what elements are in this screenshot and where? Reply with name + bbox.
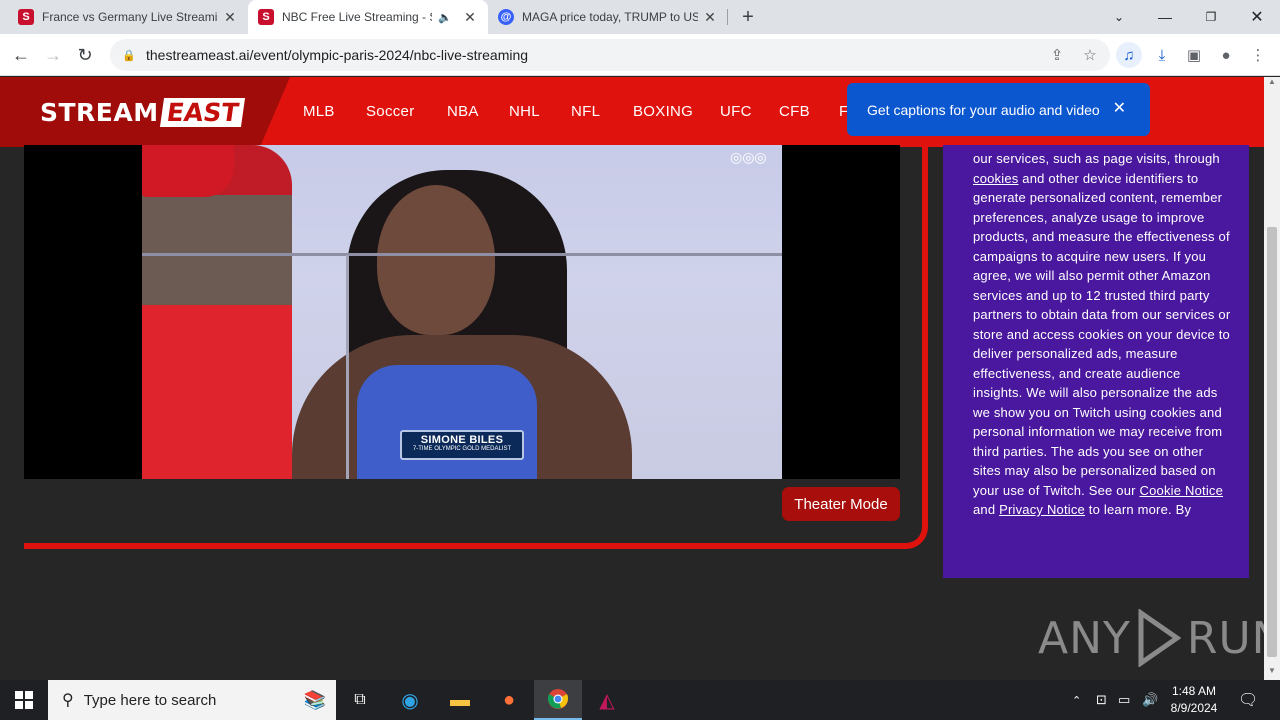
task-view-icon[interactable]: ⧉: [336, 680, 384, 720]
taskbar-search-box[interactable]: ⚲ Type here to search 📚: [48, 680, 336, 720]
video-person-top: [357, 365, 537, 479]
chrome-icon: [547, 689, 569, 709]
olympic-rings-icon: ◎◎◎: [730, 149, 767, 165]
search-highlight-books-icon: 📚: [303, 689, 326, 710]
consent-text: our services, such as page visits, throu…: [973, 151, 1220, 166]
scroll-down-arrow-icon[interactable]: ▼: [1264, 666, 1280, 680]
address-bar[interactable]: 🔒 thestreameast.ai/event/olympic-paris-2…: [110, 39, 1110, 71]
nav-item-mlb[interactable]: MLB: [303, 103, 335, 120]
firefox-icon[interactable]: ●: [485, 680, 533, 720]
search-icon: ⚲: [62, 692, 74, 709]
logo-text-stream: STREAM: [40, 97, 159, 127]
taskbar-clock[interactable]: 1:48 AM 8/9/2024: [1168, 683, 1220, 717]
edge-browser-icon[interactable]: ◉: [386, 680, 434, 720]
video-lower-third: SIMONE BILES 7-TIME OLYMPIC GOLD MEDALIS…: [400, 430, 524, 460]
tab-title: NBC Free Live Streaming - S: [282, 10, 433, 24]
clock-date: 8/9/2024: [1170, 701, 1218, 715]
side-panel-icon[interactable]: ▣: [1181, 42, 1207, 68]
theater-mode-button[interactable]: Theater Mode: [782, 487, 900, 521]
page-scrollbar[interactable]: ▲ ▼: [1264, 77, 1280, 680]
cookie-notice-link[interactable]: Cookie Notice: [1140, 483, 1224, 498]
network-icon[interactable]: ▭: [1118, 680, 1130, 720]
video-person-face: [377, 185, 495, 335]
consent-text: and other device identifiers to generate…: [973, 170, 1231, 498]
speaker-audio-icon[interactable]: 🔈: [438, 11, 452, 24]
coinmarketcap-favicon-icon: @: [498, 9, 514, 25]
tab-france-germany[interactable]: S France vs Germany Live Streamin ✕: [8, 0, 248, 34]
lower-third-subtitle: 7-TIME OLYMPIC GOLD MEDALIST: [412, 446, 512, 452]
scrollbar-thumb[interactable]: [1267, 227, 1277, 657]
bookmark-star-icon[interactable]: ☆: [1077, 42, 1103, 68]
web-page: STREAM EAST MLB Soccer NBA NHL NFL BOXIN…: [0, 77, 1264, 680]
nav-item-nhl[interactable]: NHL: [509, 103, 540, 120]
new-tab-button[interactable]: +: [736, 5, 760, 29]
consent-text: to learn more. By: [1085, 502, 1192, 517]
reload-icon[interactable]: ↻: [72, 42, 98, 68]
tab-maga-price[interactable]: @ MAGA price today, TRUMP to US ✕: [488, 0, 728, 34]
tab-strip: S France vs Germany Live Streamin ✕ S NB…: [0, 0, 1280, 34]
minimize-button[interactable]: —: [1142, 0, 1188, 34]
search-placeholder: Type here to search: [83, 691, 217, 709]
anyrun-watermark: ANY RUN: [1038, 609, 1264, 667]
watermark-text-any: ANY: [1038, 612, 1131, 664]
video-red-cap: [142, 145, 234, 197]
video-frame[interactable]: ◎◎◎ SIMONE BILES 7-TIME OLYMPIC GOLD MED…: [142, 145, 782, 479]
cookie-consent-panel: our services, such as page visits, throu…: [943, 145, 1249, 578]
watermark-text-run: RUN: [1186, 612, 1264, 664]
video-player[interactable]: ◎◎◎ SIMONE BILES 7-TIME OLYMPIC GOLD MED…: [24, 145, 900, 479]
nav-item-nba[interactable]: NBA: [447, 103, 479, 120]
menu-kebab-icon[interactable]: ⋮: [1245, 42, 1271, 68]
show-hidden-icons-chevron-up-icon[interactable]: ⌃: [1072, 680, 1081, 720]
tab-title: France vs Germany Live Streamin: [42, 10, 218, 24]
forward-arrow-icon[interactable]: →: [40, 42, 66, 68]
streameast-logo[interactable]: STREAM EAST: [40, 97, 246, 127]
clock-time: 1:48 AM: [1171, 684, 1217, 698]
nav-item-nfl[interactable]: NFL: [571, 103, 600, 120]
close-tab-icon[interactable]: ✕: [222, 9, 238, 26]
browser-toolbar: ← → ↻ 🔒 thestreameast.ai/event/olympic-p…: [0, 34, 1280, 76]
restore-button[interactable]: ❐: [1188, 0, 1234, 34]
logo-text-east: EAST: [159, 97, 246, 127]
nav-item-boxing[interactable]: BOXING: [633, 103, 693, 120]
url-text: thestreameast.ai/event/olympic-paris-202…: [146, 47, 529, 63]
windows-taskbar: ⚲ Type here to search 📚 ⧉ ◉ ▬ ● ◭ ⌃ ⊡ ▭ …: [0, 680, 1280, 720]
windows-logo-icon: [15, 691, 33, 709]
profile-avatar-icon[interactable]: ●: [1213, 42, 1239, 68]
close-window-button[interactable]: ✕: [1234, 0, 1280, 34]
streameast-favicon-icon: S: [258, 9, 274, 25]
close-popup-icon[interactable]: ✕: [1113, 98, 1126, 118]
tab-title: MAGA price today, TRUMP to US: [522, 10, 698, 24]
media-controls-icon[interactable]: ♫: [1116, 42, 1142, 68]
live-caption-popup: Get captions for your audio and video ✕: [847, 83, 1150, 136]
streameast-favicon-icon: S: [18, 9, 34, 25]
close-tab-icon[interactable]: ✕: [462, 9, 478, 26]
volume-icon[interactable]: 🔊: [1142, 680, 1158, 720]
device-icon[interactable]: ⊡: [1096, 680, 1107, 720]
nav-item-ufc[interactable]: UFC: [720, 103, 752, 120]
lock-icon[interactable]: 🔒: [122, 49, 136, 62]
close-tab-icon[interactable]: ✕: [702, 9, 718, 26]
chrome-taskbar-icon[interactable]: [534, 680, 582, 720]
file-explorer-icon[interactable]: ▬: [436, 680, 484, 720]
notifications-icon[interactable]: 🗨: [1238, 680, 1258, 720]
play-triangle-icon: [1138, 609, 1181, 667]
back-arrow-icon[interactable]: ←: [8, 42, 34, 68]
download-icon[interactable]: ⤓: [1149, 42, 1175, 68]
tab-nbc-live[interactable]: S NBC Free Live Streaming - S 🔈 ✕: [248, 0, 488, 34]
nav-item-cfb[interactable]: CFB: [779, 103, 810, 120]
video-glass-post: [346, 255, 349, 479]
tab-search-chevron-down-icon[interactable]: ⌄: [1096, 0, 1142, 34]
caption-popup-text: Get captions for your audio and video: [867, 101, 1100, 118]
privacy-notice-link[interactable]: Privacy Notice: [999, 502, 1085, 517]
lower-third-name: SIMONE BILES: [420, 434, 504, 446]
tab-separator: [727, 9, 728, 25]
share-icon[interactable]: ⇪: [1044, 42, 1070, 68]
anyrun-app-icon[interactable]: ◭: [583, 680, 631, 720]
cookies-link[interactable]: cookies: [973, 171, 1018, 186]
consent-text: and: [973, 502, 1000, 517]
nav-item-soccer[interactable]: Soccer: [366, 103, 415, 120]
scroll-up-arrow-icon[interactable]: ▲: [1264, 77, 1280, 91]
video-glass-edge: [142, 253, 782, 256]
start-button[interactable]: [0, 680, 48, 720]
